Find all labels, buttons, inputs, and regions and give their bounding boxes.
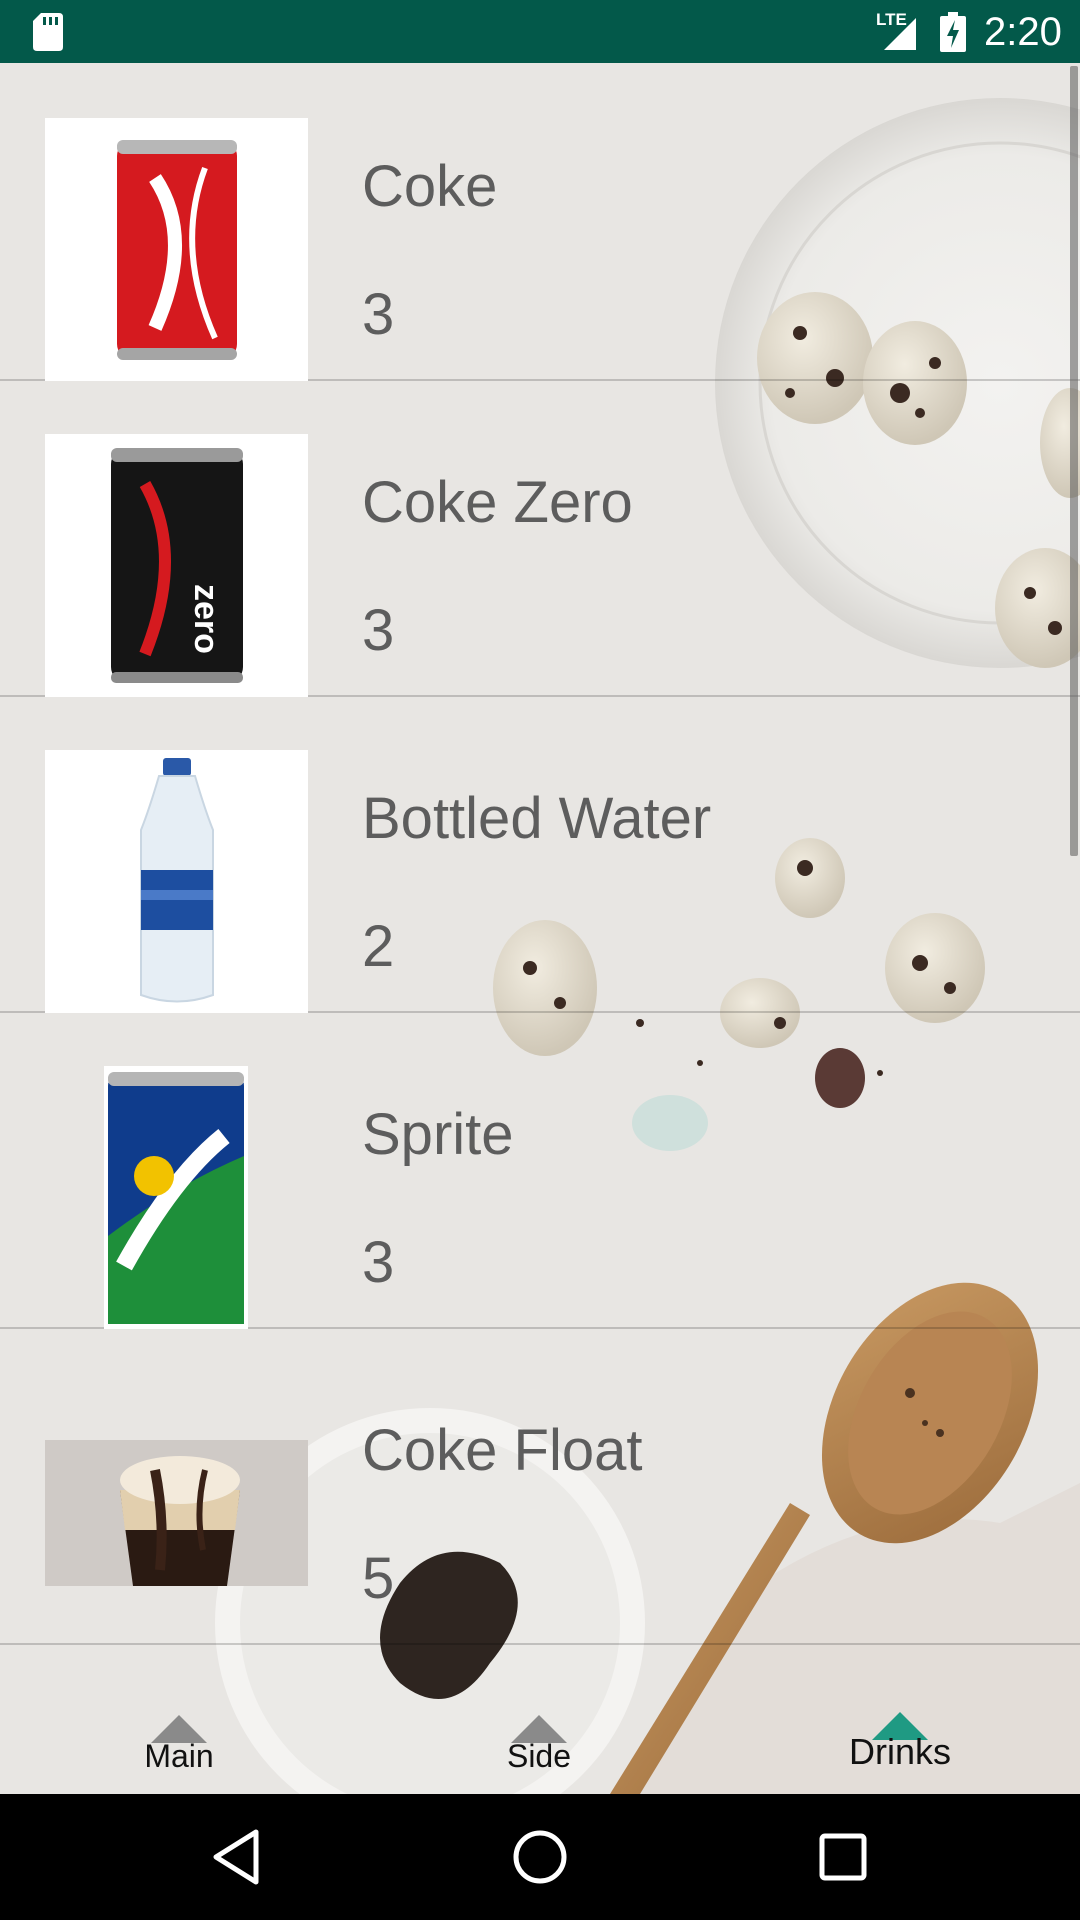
tab-main[interactable]: Main xyxy=(79,1700,279,1794)
clock: 2:20 xyxy=(984,10,1062,54)
list-item[interactable]: Sprite 3 xyxy=(0,1011,1080,1329)
drinks-list: Coke 3 zero Coke Zero 3 Bottled Water 2 … xyxy=(0,63,1080,1647)
list-item[interactable]: Coke 3 xyxy=(0,63,1080,381)
item-name: Coke Zero xyxy=(362,470,633,535)
sprite-can-image xyxy=(104,1066,248,1329)
tab-label: Drinks xyxy=(848,1731,951,1772)
item-price: 5 xyxy=(362,1546,395,1611)
aquafina-bottle-image xyxy=(45,750,308,1013)
tab-label: Main xyxy=(144,1738,214,1774)
tab-label: Side xyxy=(506,1738,572,1774)
recents-icon[interactable] xyxy=(810,1824,876,1890)
item-price: 3 xyxy=(362,282,395,347)
item-price: 3 xyxy=(362,1230,395,1295)
signal-icon xyxy=(884,18,916,50)
sd-card-icon xyxy=(33,13,63,51)
svg-text:zero: zero xyxy=(187,584,225,654)
item-price: 2 xyxy=(362,914,395,979)
list-item[interactable]: zero Coke Zero 3 xyxy=(0,379,1080,697)
status-bar: LTE 2:20 xyxy=(0,0,1080,63)
back-icon[interactable] xyxy=(204,1824,270,1890)
bottom-navigation: Main Side Drinks xyxy=(0,1700,1080,1794)
tab-side[interactable]: Side xyxy=(439,1700,639,1794)
coke-zero-can-image: zero xyxy=(45,434,308,697)
list-item[interactable]: Coke Float 5 xyxy=(0,1327,1080,1645)
list-scrollbar[interactable] xyxy=(1070,66,1078,856)
coke-can-image xyxy=(45,118,308,381)
tab-drinks[interactable]: Drinks xyxy=(800,1700,1000,1794)
coke-float-image xyxy=(45,1440,308,1586)
system-navigation-bar xyxy=(0,1794,1080,1920)
list-item[interactable]: Bottled Water 2 xyxy=(0,695,1080,1013)
item-name: Sprite xyxy=(362,1102,514,1167)
home-icon[interactable] xyxy=(507,1824,573,1890)
item-name: Coke Float xyxy=(362,1418,643,1483)
item-name: Bottled Water xyxy=(362,786,712,851)
item-price: 3 xyxy=(362,598,395,663)
item-name: Coke xyxy=(362,154,498,219)
battery-charging-icon xyxy=(940,12,966,52)
